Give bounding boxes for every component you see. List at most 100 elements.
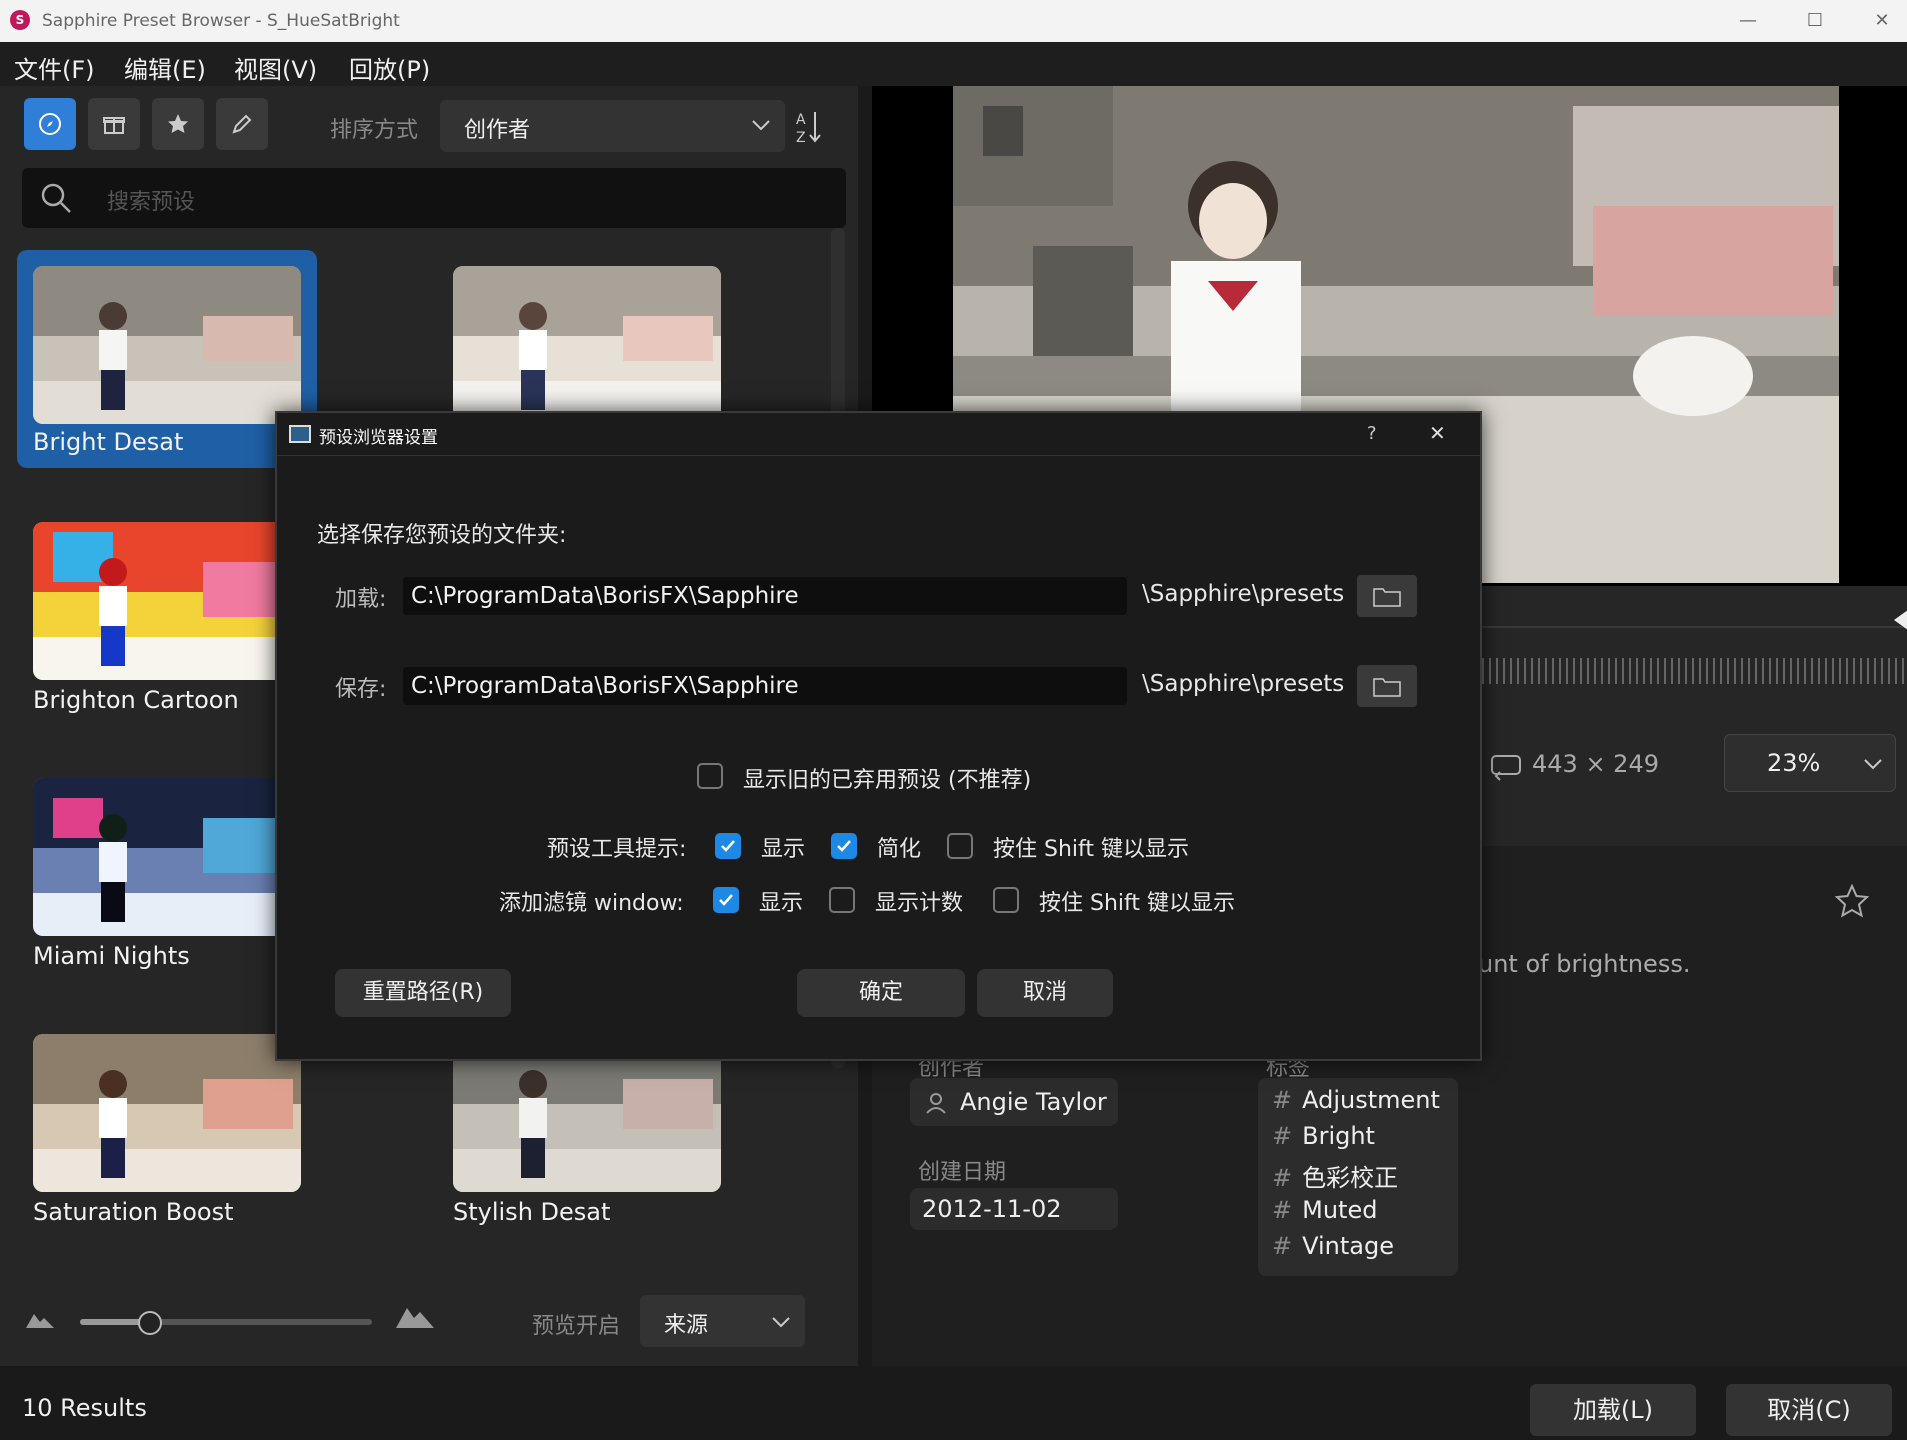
browse-presets-button[interactable] [24, 98, 76, 150]
preset-name: Brighton Cartoon [33, 686, 239, 714]
save-path-input[interactable]: C:\ProgramData\BorisFX\Sapphire [403, 667, 1127, 705]
preset-card-miami-nights[interactable]: Miami Nights [17, 762, 317, 980]
tooltip-show-checkbox[interactable] [715, 833, 741, 859]
filter-count-checkbox[interactable] [829, 887, 855, 913]
load-path-label: 加载: [335, 587, 387, 612]
tag-item[interactable]: # Bright [1272, 1122, 1375, 1150]
sort-dropdown[interactable]: 创作者 [440, 100, 785, 152]
preset-name: Saturation Boost [33, 1198, 234, 1226]
tooltip-row-label: 预设工具提示: [547, 837, 687, 862]
ok-button[interactable]: 确定 [797, 969, 965, 1017]
svg-text:A: A [796, 112, 806, 128]
search-icon [41, 183, 71, 213]
slider-handle[interactable] [138, 1311, 163, 1335]
save-path-label: 保存: [335, 677, 387, 702]
minimize-button[interactable]: — [1730, 6, 1766, 36]
dialog-cancel-button[interactable]: 取消 [977, 969, 1113, 1017]
date-chip: 2012-11-02 [910, 1188, 1118, 1230]
help-button[interactable]: ? [1367, 423, 1377, 444]
preset-name: Miami Nights [33, 942, 190, 970]
load-path-input[interactable]: C:\ProgramData\BorisFX\Sapphire [403, 577, 1127, 615]
tag-item[interactable]: # Adjustment [1272, 1086, 1440, 1114]
preview-on-label: 预览开启 [532, 1314, 621, 1339]
tags-list: # Adjustment # Bright # 色彩校正 # Muted # Vintag… [1258, 1078, 1458, 1276]
reset-path-button[interactable]: 重置路径(R) [335, 969, 511, 1017]
hash-icon: # [1272, 1232, 1293, 1260]
filter-shift-label: 按住 Shift 键以显示 [1039, 891, 1235, 916]
tooltip-shift-checkbox[interactable] [947, 833, 973, 859]
sort-value: 创作者 [464, 118, 531, 143]
tooltip-simplify-checkbox[interactable] [831, 833, 857, 859]
menu-edit[interactable]: 编辑(E) [124, 50, 206, 85]
tag-item[interactable]: # Vintage [1272, 1232, 1394, 1260]
dialog-title: 预设浏览器设置 [319, 428, 438, 448]
cancel-button[interactable]: 取消(C) [1726, 1384, 1892, 1436]
window-title: Sapphire Preset Browser - S_HueSatBright [42, 11, 400, 31]
dialog-divider [277, 455, 1480, 456]
resize-icon [1491, 755, 1521, 781]
small-thumbnail-icon [26, 1314, 54, 1328]
filter-show-checkbox[interactable] [713, 887, 739, 913]
zoom-dropdown[interactable]: 23% [1724, 734, 1896, 792]
preview-source-value: 来源 [664, 1313, 709, 1338]
pencil-icon [232, 114, 252, 134]
edit-button[interactable] [216, 98, 268, 150]
preset-thumbnail [33, 1034, 301, 1192]
title-bar: S Sapphire Preset Browser - S_HueSatBrig… [0, 0, 1907, 42]
folder-prompt: 选择保存您预设的文件夹: [317, 523, 567, 548]
load-path-value: C:\ProgramData\BorisFX\Sapphire [411, 583, 799, 609]
browse-load-folder-button[interactable] [1357, 575, 1417, 617]
filter-show-label: 显示 [759, 891, 804, 916]
checkmark-icon [719, 894, 733, 906]
tag-item[interactable]: # Muted [1272, 1196, 1377, 1224]
show-legacy-checkbox[interactable] [697, 763, 723, 789]
tooltip-simplify-label: 简化 [877, 837, 922, 862]
browse-save-folder-button[interactable] [1357, 665, 1417, 707]
chevron-down-icon [1864, 759, 1882, 770]
date-label: 创建日期 [918, 1160, 1007, 1185]
gift-button[interactable] [88, 98, 140, 150]
search-input[interactable]: 搜索预设 [107, 184, 195, 216]
preset-name: Stylish Desat [453, 1198, 611, 1226]
checkmark-icon [837, 840, 851, 852]
save-path-suffix: \Sapphire\presets [1142, 671, 1345, 697]
results-count: 10 Results [22, 1394, 147, 1422]
close-dialog-button[interactable]: ✕ [1429, 421, 1446, 445]
favorites-button[interactable] [152, 98, 204, 150]
hash-icon: # [1272, 1122, 1293, 1150]
star-icon [168, 114, 188, 133]
search-bar[interactable]: 搜索预设 [22, 168, 846, 228]
timeline-ticks[interactable] [1482, 658, 1907, 684]
sapphire-app-icon: S [10, 10, 30, 30]
zoom-value: 23% [1767, 749, 1821, 777]
preset-card-brighton-cartoon[interactable]: Brighton Cartoon [17, 506, 317, 724]
playhead-marker-icon[interactable] [1894, 610, 1907, 630]
preset-card-saturation-boost[interactable]: Saturation Boost [17, 1018, 317, 1236]
load-button[interactable]: 加载(L) [1530, 1384, 1696, 1436]
hash-icon: # [1272, 1086, 1293, 1114]
sort-direction-icon[interactable]: AZ [796, 110, 822, 144]
hash-icon: # [1272, 1196, 1293, 1224]
tag-item[interactable]: # 色彩校正 [1272, 1158, 1398, 1193]
dialog-window-icon [289, 425, 311, 443]
preset-description: unt of brightness. [1478, 950, 1691, 978]
preset-name: Bright Desat [33, 428, 184, 456]
show-legacy-label: 显示旧的已弃用预设 (不推荐) [743, 768, 1032, 793]
preset-thumbnail [33, 778, 301, 936]
save-path-value: C:\ProgramData\BorisFX\Sapphire [411, 673, 799, 699]
close-window-button[interactable]: ✕ [1864, 6, 1900, 36]
filter-count-label: 显示计数 [875, 891, 964, 916]
sort-label: 排序方式 [330, 118, 419, 143]
favorite-star-icon[interactable] [1834, 884, 1870, 918]
preset-card-bright-desat[interactable]: Bright Desat [17, 250, 317, 468]
chevron-down-icon [752, 120, 770, 131]
menu-file[interactable]: 文件(F) [14, 50, 95, 85]
preview-source-dropdown[interactable]: 来源 [640, 1295, 805, 1347]
author-chip: Angie Taylor [910, 1078, 1118, 1126]
maximize-button[interactable]: ☐ [1797, 6, 1833, 36]
filter-shift-checkbox[interactable] [993, 887, 1019, 913]
folder-icon [1373, 588, 1401, 607]
load-path-suffix: \Sapphire\presets [1142, 581, 1345, 607]
menu-playback[interactable]: 回放(P) [349, 50, 430, 85]
menu-view[interactable]: 视图(V) [234, 50, 317, 85]
